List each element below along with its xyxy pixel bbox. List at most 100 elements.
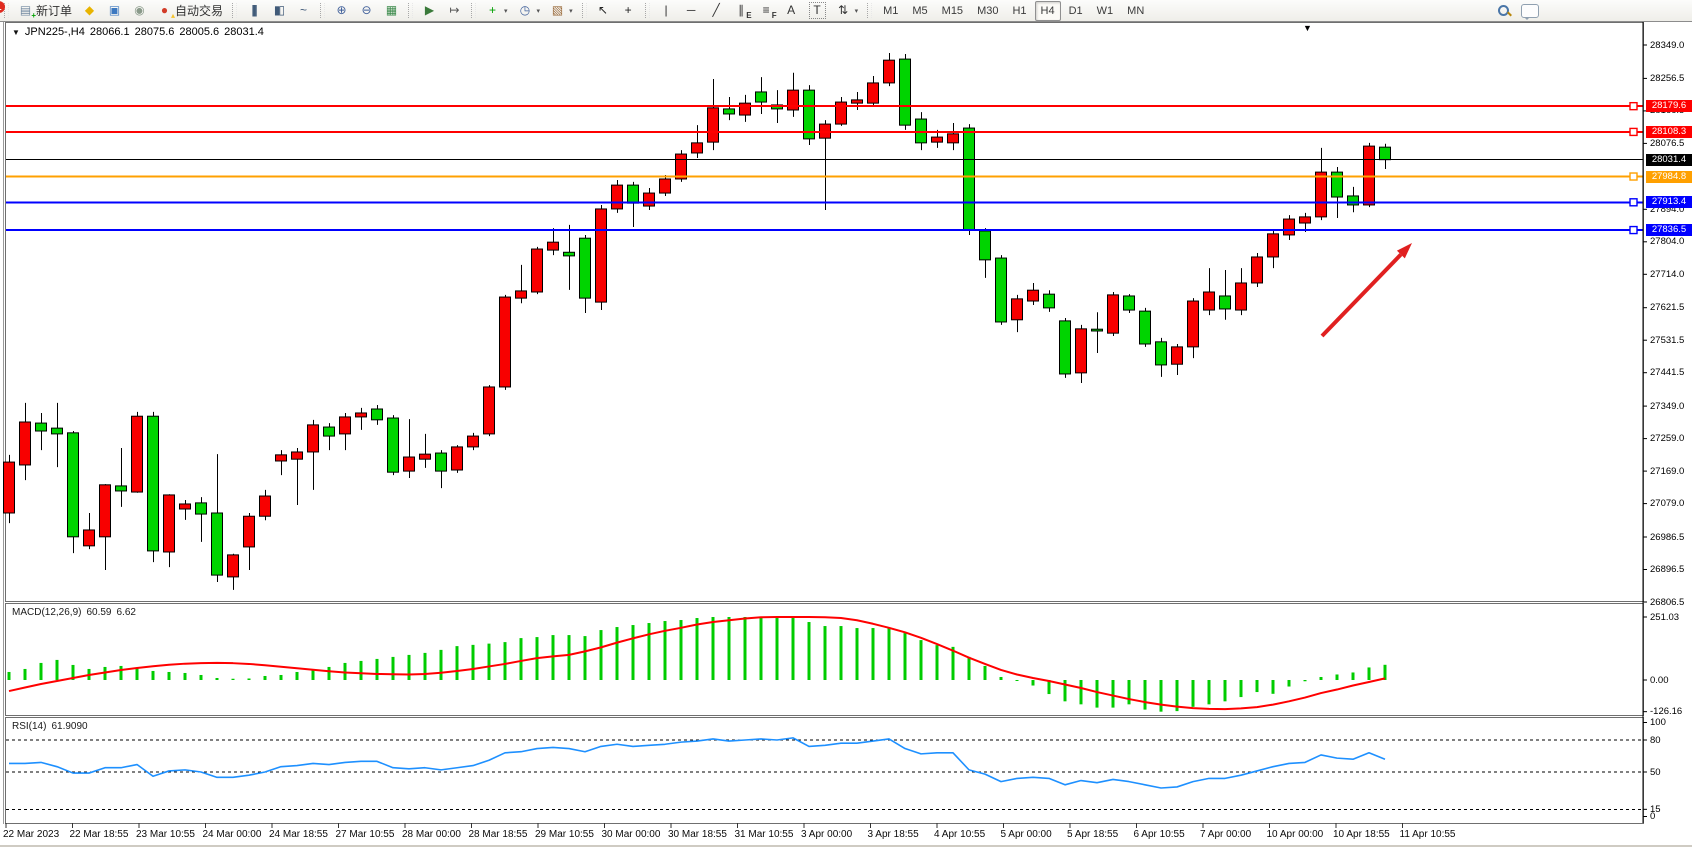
tf-h1-button-label: H1: [1012, 5, 1026, 17]
dropdown-arrow-icon[interactable]: ▾: [504, 7, 508, 15]
tf-h1-button[interactable]: H1: [1006, 1, 1032, 21]
rsi-series: [6, 738, 1643, 809]
price-axis-tick-label: 28256.5: [1650, 73, 1684, 84]
candle-down: [580, 238, 591, 298]
arrows-icon: ⇅: [836, 3, 851, 18]
vline-icon: |: [659, 3, 674, 18]
macd-hist-bar: [792, 618, 795, 680]
search-button[interactable]: [1493, 1, 1515, 21]
doc-plus-icon: ▤+: [18, 3, 33, 18]
tf-m1-button[interactable]: M1: [877, 1, 904, 21]
signal-dot-icon: ◉: [132, 3, 147, 18]
label-button[interactable]: T: [805, 1, 830, 21]
time-axis-label: 28 Mar 18:55: [469, 829, 528, 840]
signals-button[interactable]: ◉: [128, 1, 151, 21]
ohlc-high: 28075.6: [135, 26, 175, 38]
macd-hist-bar: [1320, 677, 1323, 680]
periods-button[interactable]: ◷▾: [514, 1, 545, 21]
chart-window[interactable]: ▼JPN225-,H428066.128075.628005.628031.4 …: [0, 22, 1692, 847]
candle-up: [868, 83, 879, 103]
macd-axis-tick-label: 0.00: [1650, 675, 1669, 686]
rsi-axis-tick-label: 80: [1650, 735, 1661, 746]
cursor-icon: ↖: [596, 3, 611, 18]
text-button[interactable]: A: [780, 1, 803, 21]
hline-handle[interactable]: [1630, 173, 1637, 180]
macd-hist-bar: [904, 633, 907, 680]
fibonacci-button[interactable]: ≡F: [755, 1, 778, 21]
tile-windows-button[interactable]: ▦: [380, 1, 403, 21]
macd-hist-bar: [456, 646, 459, 680]
chat-button[interactable]: [1517, 1, 1543, 21]
candle-up: [20, 422, 31, 465]
chart-shift-button[interactable]: ↦: [443, 1, 466, 21]
arrows-button[interactable]: ⇅▾: [832, 1, 863, 21]
hline-handle[interactable]: [1630, 103, 1637, 110]
bars-chart-button[interactable]: |||: [242, 1, 265, 21]
indicators-button[interactable]: +▾: [481, 1, 512, 21]
dropdown-arrow-icon[interactable]: ▾: [537, 7, 541, 15]
tf-mn-button[interactable]: MN: [1121, 1, 1150, 21]
templates-button[interactable]: ▧▾: [546, 1, 577, 21]
macd-hist-bar: [264, 676, 267, 680]
horizontal-line-objects[interactable]: [6, 103, 1643, 234]
candle-up: [164, 495, 175, 552]
zoom-in-button[interactable]: ⊕: [330, 1, 353, 21]
blue-monitor-icon: ▣: [107, 3, 122, 18]
tf-d1-button[interactable]: D1: [1063, 1, 1089, 21]
dropdown-arrow-icon[interactable]: ▾: [569, 7, 573, 15]
macd-hist-bar: [1096, 680, 1099, 708]
metaeditor-button[interactable]: ◆: [78, 1, 101, 21]
collapse-marker-icon[interactable]: ▼: [12, 28, 20, 37]
tf-m15-button[interactable]: M15: [936, 1, 969, 21]
tf-w1-button[interactable]: W1: [1091, 1, 1120, 21]
cursor-button[interactable]: ↖: [592, 1, 615, 21]
trendline-icon: ╱: [709, 3, 724, 18]
crosshair-button[interactable]: +: [617, 1, 640, 21]
channel-icon: ∥E: [734, 3, 749, 18]
macd-series: [8, 617, 1387, 712]
autotrading-button[interactable]: ●▴自动交易: [153, 1, 227, 21]
magnifier-icon: [1497, 4, 1511, 18]
macd-hist-bar: [872, 628, 875, 680]
candles-chart-button[interactable]: ▮▯: [267, 1, 290, 21]
tf-h4-button[interactable]: H4: [1035, 1, 1061, 21]
macd-hist-bar: [1224, 680, 1227, 701]
new-order-button[interactable]: ▤+新订单: [14, 1, 76, 21]
macd-hist-bar: [520, 638, 523, 680]
chart-corner-marker-icon[interactable]: ▼: [1303, 23, 1312, 33]
vline-button[interactable]: |: [655, 1, 678, 21]
tf-m30-button[interactable]: M30: [971, 1, 1004, 21]
macd-hist-bar: [1016, 680, 1019, 681]
toolbar-grip: [582, 3, 587, 18]
price-axis-tick-label: 27169.0: [1650, 466, 1684, 477]
price-axis-tick-label: 28076.5: [1650, 138, 1684, 149]
candle-down: [148, 416, 159, 551]
macd-hist-bar: [424, 653, 427, 680]
line-chart-button[interactable]: ~: [292, 1, 315, 21]
candle-up: [1204, 292, 1215, 310]
price-axis-tick-label: 27259.0: [1650, 433, 1684, 444]
hline-handle[interactable]: [1630, 128, 1637, 135]
price-line-label: 27984.8: [1646, 171, 1692, 183]
macd-indicator-label: MACD(12,26,9)60.596.62: [12, 607, 141, 618]
channel-button[interactable]: ∥E: [730, 1, 753, 21]
macd-hist-bar: [856, 628, 859, 680]
toolbar-grip: [471, 3, 476, 18]
hline-handle[interactable]: [1630, 227, 1637, 234]
auto-scroll-button[interactable]: ▶: [418, 1, 441, 21]
zoom-in-icon: ⊕: [334, 3, 349, 18]
macd-hist-bar: [312, 670, 315, 680]
hline-button[interactable]: ─: [680, 1, 703, 21]
macd-name: MACD(12,26,9): [12, 607, 81, 618]
dropdown-arrow-icon[interactable]: ▾: [855, 7, 859, 15]
hline-handle[interactable]: [1630, 199, 1637, 206]
zoom-out-button[interactable]: ⊖: [355, 1, 378, 21]
arrow-annotation[interactable]: [1322, 243, 1412, 336]
trendline-button[interactable]: ╱: [705, 1, 728, 21]
zoom-out-icon: ⊖: [359, 3, 374, 18]
tf-m5-button[interactable]: M5: [906, 1, 933, 21]
macd-hist-bar: [1064, 680, 1067, 701]
candle-up: [516, 291, 527, 298]
community-button[interactable]: ▣: [103, 1, 126, 21]
chart-canvas[interactable]: [0, 22, 1692, 847]
